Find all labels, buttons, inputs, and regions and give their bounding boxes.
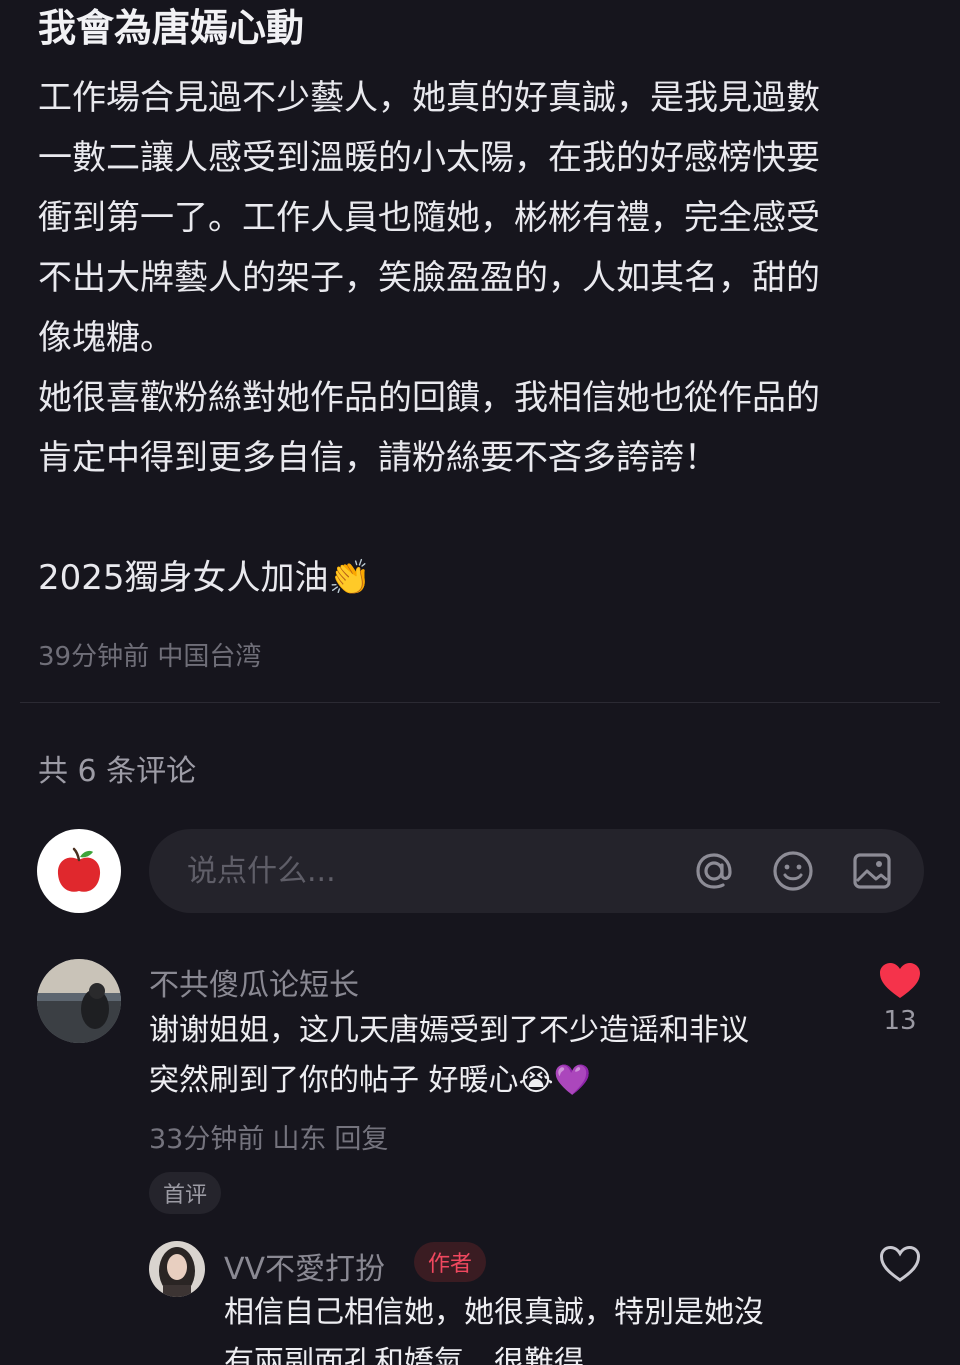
comment-input[interactable] xyxy=(187,853,667,889)
post-title: 我會為唐嫣心動 xyxy=(38,6,305,50)
comment-text-line: 相信自己相信她，她很真誠，特別是她沒 xyxy=(224,1295,764,1330)
heart-filled-icon xyxy=(880,963,920,998)
like-button[interactable] xyxy=(876,1245,924,1283)
avatar[interactable] xyxy=(149,1241,205,1297)
comment-time: 33分钟前 xyxy=(149,1124,265,1155)
emoji-icon[interactable] xyxy=(771,849,815,893)
clapping-hands-icon: 👏 xyxy=(328,558,371,598)
comment-location: 山东 xyxy=(272,1124,327,1155)
post-meta: 39分钟前 中国台湾 xyxy=(38,636,261,673)
comment-username[interactable]: VV不愛打扮 xyxy=(224,1244,385,1288)
post-body-line: 她很喜歡粉絲對她作品的回饋，我相信她也從作品的 xyxy=(38,378,820,418)
like-count: 13 xyxy=(883,1006,917,1036)
at-icon[interactable] xyxy=(692,849,736,893)
post-body-line: 一數二讓人感受到溫暖的小太陽，在我的好感榜快要 xyxy=(38,138,820,178)
author-badge: 作者 xyxy=(414,1242,487,1282)
post-body-line: 像塊糖。 xyxy=(38,318,174,358)
comment-meta: 33分钟前 山东 回复 xyxy=(149,1117,396,1156)
comment-text-line: 突然刷到了你的帖子 好暖心😭💜 xyxy=(149,1063,591,1098)
comment-username[interactable]: 不共傻瓜论短长 xyxy=(149,960,359,1004)
avatar[interactable] xyxy=(37,829,121,913)
post-body-line: 衝到第一了。工作人員也隨她，彬彬有禮，完全感受 xyxy=(38,198,820,238)
reply-button[interactable]: 回复 xyxy=(334,1124,388,1155)
first-comment-badge: 首评 xyxy=(149,1172,222,1214)
comments-count: 共 6 条评论 xyxy=(38,754,197,789)
post-body-line: 工作場合見過不少藝人，她真的好真誠，是我見過數 xyxy=(38,78,820,118)
post-body-line: 不出大牌藝人的架子，笑臉盈盈的，人如其名，甜的 xyxy=(38,258,820,298)
comment-text: 谢谢姐姐，这几天唐嫣受到了不少造谣和非议 突然刷到了你的帖子 好暖心😭💜 xyxy=(149,1006,749,1106)
apple-icon xyxy=(57,847,101,892)
like-button[interactable]: 13 xyxy=(874,962,926,1036)
post-closing-text: 2025獨身女人加油 xyxy=(38,558,329,598)
post-closing-line: 2025獨身女人加油👏 xyxy=(38,548,918,608)
comment-text-line: 有兩副面孔和嬌氣，很難得 xyxy=(224,1345,584,1365)
post-time: 39分钟前 xyxy=(38,642,150,672)
post-location: 中国台湾 xyxy=(157,642,262,672)
comment-text: 相信自己相信她，她很真誠，特別是她沒 有兩副面孔和嬌氣，很難得 xyxy=(224,1288,764,1365)
heart-outline-icon xyxy=(879,1245,921,1282)
image-icon[interactable] xyxy=(850,849,894,893)
avatar[interactable] xyxy=(37,959,121,1043)
comment-text-line: 谢谢姐姐，这几天唐嫣受到了不少造谣和非议 xyxy=(149,1013,749,1048)
post-body: 工作場合見過不少藝人，她真的好真誠，是我見過數 一數二讓人感受到溫暖的小太陽，在… xyxy=(38,68,918,608)
post-body-line: 肯定中得到更多自信，請粉絲要不吝多誇誇！ xyxy=(38,438,718,478)
divider xyxy=(20,702,940,703)
comment-input-bar[interactable] xyxy=(149,829,924,913)
